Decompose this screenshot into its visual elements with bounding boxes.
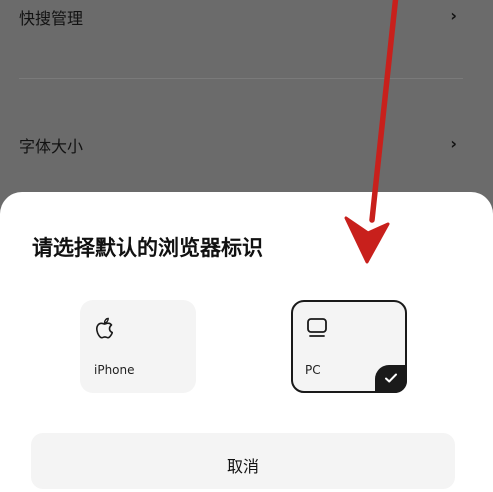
check-icon [385,373,397,383]
divider [19,78,463,79]
chevron-right-icon: › [450,6,457,25]
option-label: iPhone [94,363,135,377]
option-iphone[interactable]: iPhone [80,300,196,393]
cancel-button[interactable]: 取消 [31,433,455,489]
option-pc[interactable]: PC [291,300,407,393]
setting-item-font-size[interactable]: 字体大小 › [0,125,493,165]
sheet-title: 请选择默认的浏览器标识 [32,236,263,260]
chevron-right-icon: › [450,134,457,153]
monitor-icon [305,316,329,344]
setting-item-label: 快搜管理 [19,9,84,28]
cancel-label: 取消 [226,457,259,476]
apple-icon [94,316,116,344]
selected-check-badge [375,365,407,393]
option-label: PC [305,363,321,377]
setting-item-label: 字体大小 [19,137,84,156]
setting-item-quick-search[interactable]: 快搜管理 › [0,0,493,37]
